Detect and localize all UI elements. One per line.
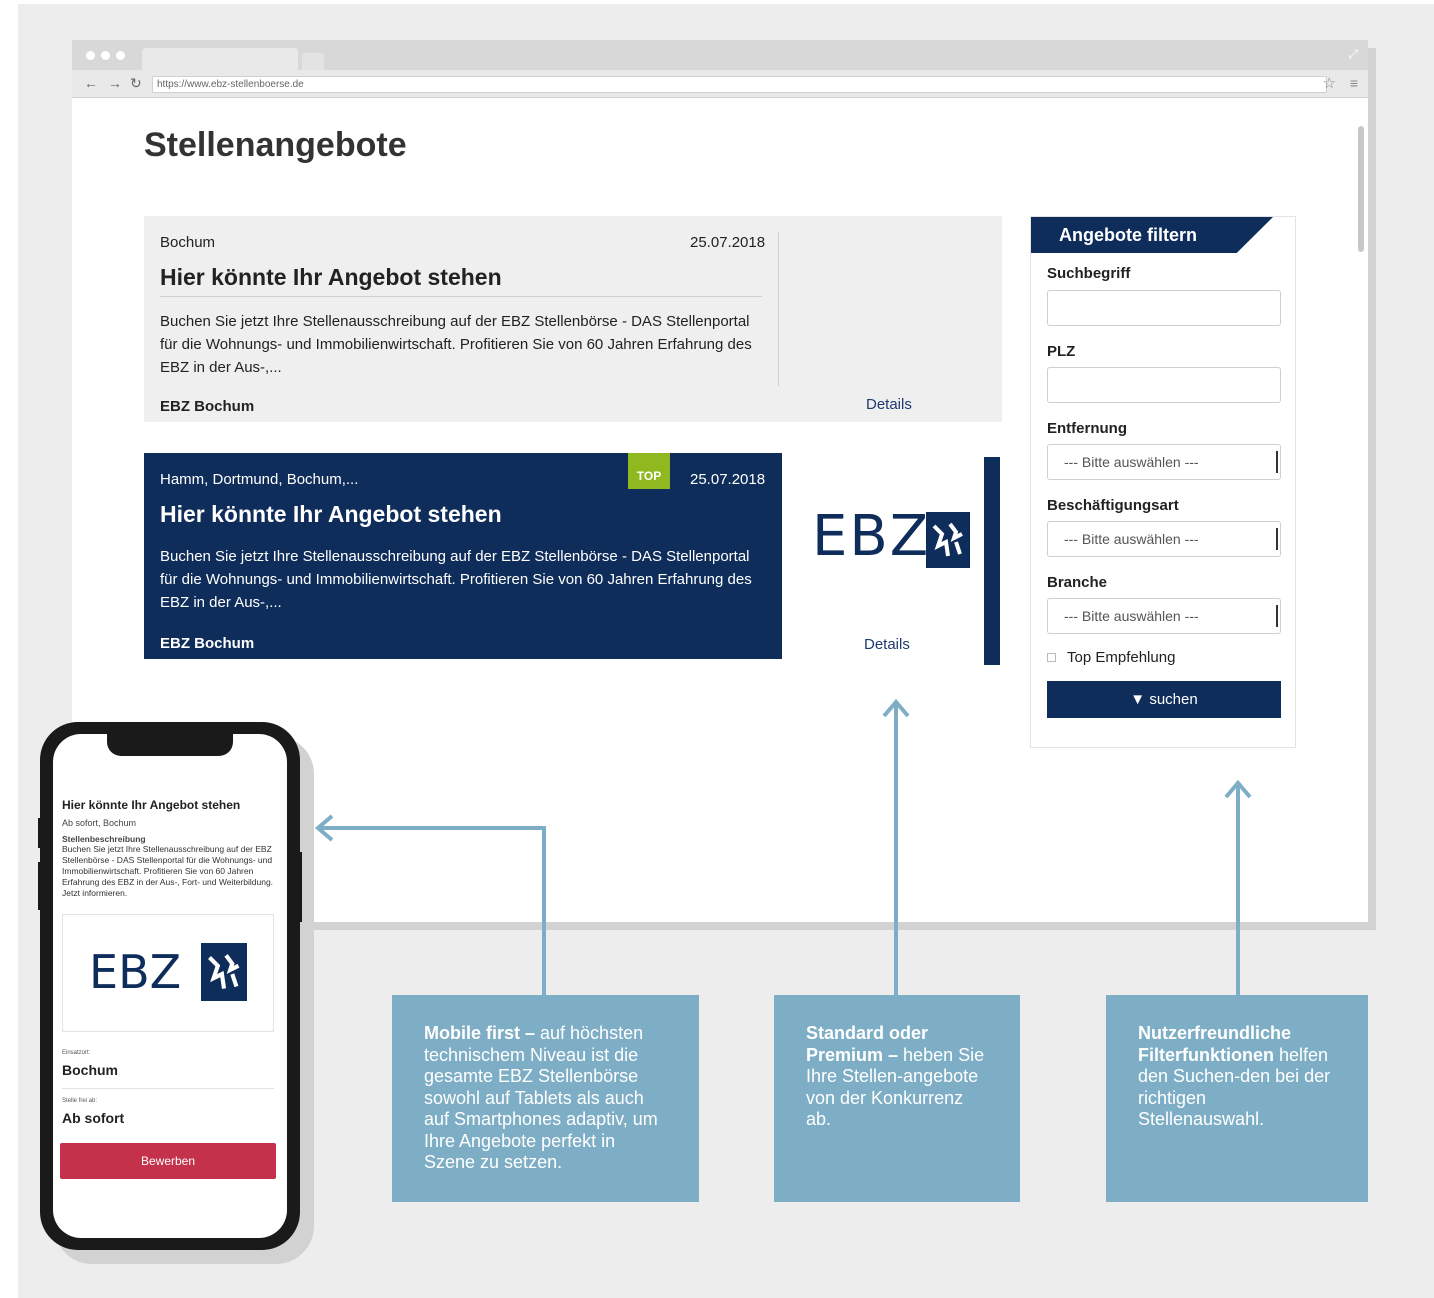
phone-separator: [62, 1088, 274, 1089]
phone-logo-box: EBZ: [62, 914, 274, 1032]
phone-ebz-logo-text: EBZ: [89, 945, 182, 999]
smartphone-mockup: Hier könnte Ihr Angebot stehen Ab sofort…: [38, 722, 302, 1250]
phone-side-button: [38, 818, 42, 848]
phone-notch: [107, 734, 233, 756]
phone-job-subtitle: Ab sofort, Bochum: [62, 818, 137, 828]
phone-desc-heading: Stellenbeschreibung: [62, 834, 146, 844]
phone-job-description: Buchen Sie jetzt Ihre Stellenausschreibu…: [62, 844, 274, 898]
phone-side-button: [298, 852, 302, 922]
phone-side-button: [38, 862, 42, 910]
phone-screen: Hier könnte Ihr Angebot stehen Ab sofort…: [53, 734, 287, 1238]
phone-job-title: Hier könnte Ihr Angebot stehen: [62, 798, 241, 812]
arrow-mobile: [318, 826, 546, 995]
phone-location-label: Einsatzort:: [62, 1050, 91, 1056]
apply-button[interactable]: Bewerben: [60, 1143, 276, 1179]
phone-ebz-logo-mark-icon: [201, 943, 247, 1001]
phone-start-value: Ab sofort: [62, 1110, 125, 1126]
phone-start-label: Stelle frei ab:: [62, 1098, 98, 1104]
phone-location-value: Bochum: [62, 1062, 118, 1078]
